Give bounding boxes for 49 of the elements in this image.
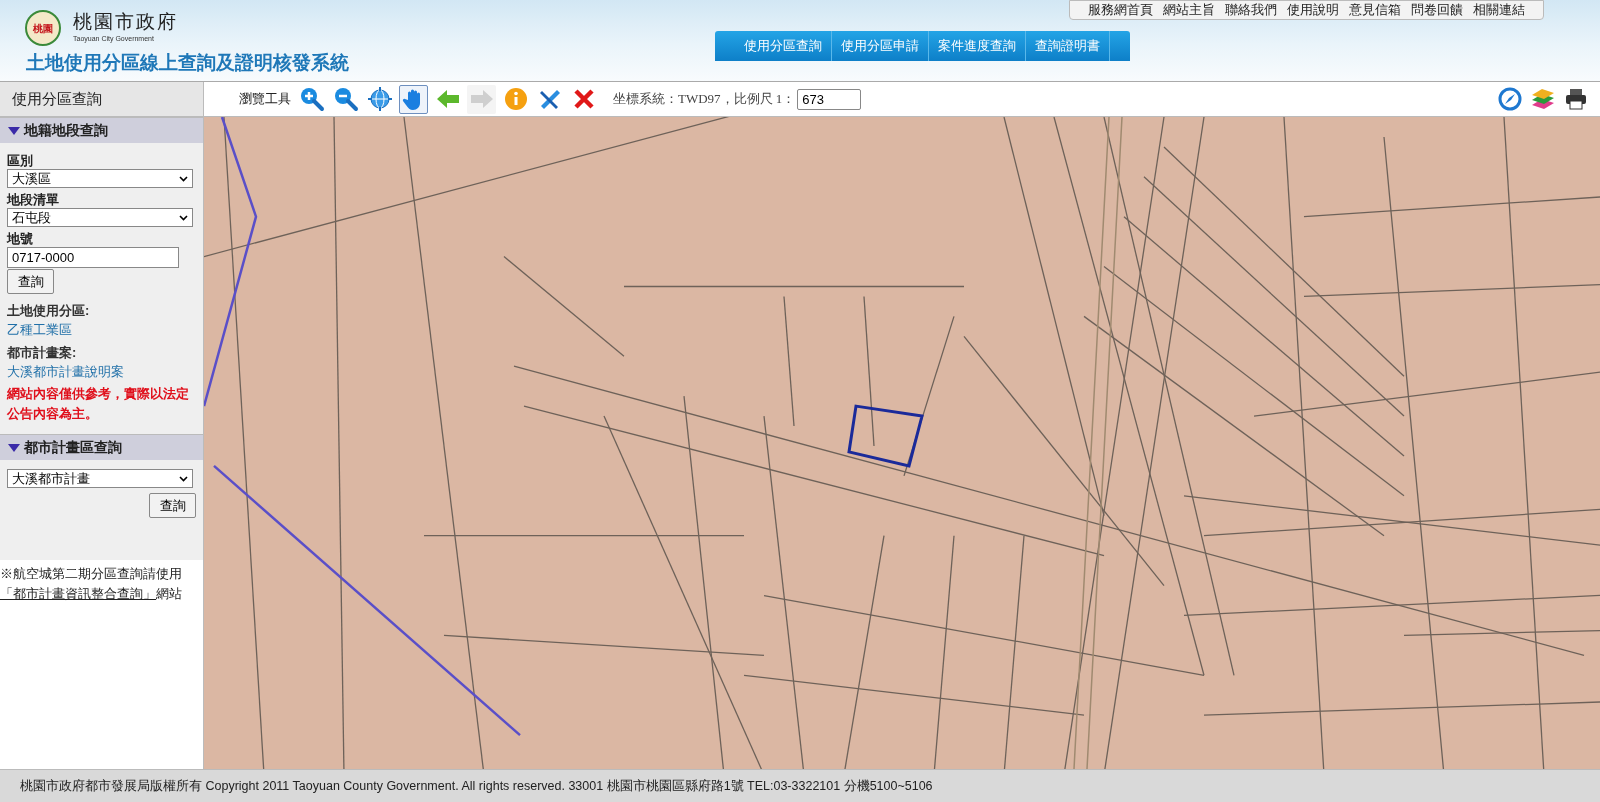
chevron-down-icon — [179, 475, 188, 482]
scale-input[interactable]: 673 — [797, 88, 862, 110]
top-link[interactable]: 問卷回饋 — [1411, 0, 1463, 20]
globe-icon — [366, 86, 393, 112]
top-link[interactable]: 意見信箱 — [1349, 0, 1401, 20]
system-title: 土地使用分區線上查詢及證明核發系統 — [26, 51, 349, 75]
chevron-down-icon — [179, 175, 188, 182]
chevron-down-icon — [179, 214, 188, 221]
sidebar-title: 使用分區查詢 — [0, 82, 204, 116]
field-label: 土地使用分區: — [7, 302, 91, 320]
field-label: 地段清單 — [7, 191, 60, 208]
layers-icon[interactable] — [1530, 87, 1556, 111]
zoom-in-icon — [298, 86, 325, 112]
top-link[interactable]: 網站主旨 — [1163, 0, 1215, 20]
copyright-text: 桃園市政府都市發展局版權所有 Copyright 2011 Taoyuan County Government. All rights reserved. 33001 桃園市桃園區縣府路1號 TEL:03-3322101 分機5100~5106 — [20, 777, 933, 795]
integration-query-link[interactable]: 「都市計畫資訊整合查詢」 — [0, 587, 156, 601]
top-link[interactable]: 服務網首頁 — [1088, 0, 1153, 20]
section-select[interactable]: 石屯段 — [7, 208, 193, 227]
section-header[interactable]: 地籍地段查詢 — [0, 117, 203, 143]
right-arrow-icon — [468, 88, 495, 110]
disclaimer-text: 網站內容僅供參考，實際以法定公告內容為主。 — [7, 385, 190, 423]
toolbar-label: 瀏覽工具 — [239, 90, 291, 109]
top-link[interactable]: 使用說明 — [1287, 0, 1339, 20]
note-text: ※航空城第二期分區查詢請使用 「都市計畫資訊整合查詢」網站 — [0, 566, 183, 603]
print-icon[interactable] — [1564, 87, 1588, 111]
field-label: 都市計畫案: — [7, 344, 78, 362]
district-select[interactable]: 大溪區 — [7, 169, 193, 188]
info-icon — [503, 87, 528, 111]
lot-number-input[interactable]: 0717-0000 — [7, 247, 179, 268]
compass-icon[interactable] — [1498, 87, 1522, 111]
coordinate-system-text: 坐標系統：TWD97，比例尺 1： — [613, 90, 796, 109]
query-button[interactable]: 查詢 — [149, 493, 196, 518]
triangle-down-icon — [8, 125, 20, 136]
map-tool-button[interactable] — [365, 84, 394, 114]
section-header[interactable]: 都市計畫區查詢 — [0, 434, 203, 460]
zoom-out-icon — [332, 86, 359, 112]
map-tool-button[interactable] — [399, 84, 428, 114]
triangle-down-icon — [8, 442, 20, 453]
org-name: 桃園市政府 — [73, 10, 178, 34]
top-link[interactable]: 相關連結 — [1473, 0, 1525, 20]
zoning-value: 乙種工業區 — [7, 321, 73, 339]
urban-plan-select[interactable]: 大溪都市計畫 — [7, 469, 193, 488]
query-button[interactable]: 查詢 — [7, 269, 54, 294]
plan-link[interactable]: 大溪都市計畫說明案 — [7, 362, 196, 382]
close-icon — [572, 88, 595, 110]
city-logo: 桃園 — [25, 10, 61, 46]
top-link[interactable]: 聯絡我們 — [1225, 0, 1277, 20]
field-label: 地號 — [7, 230, 34, 247]
field-label: 區別 — [7, 152, 34, 169]
